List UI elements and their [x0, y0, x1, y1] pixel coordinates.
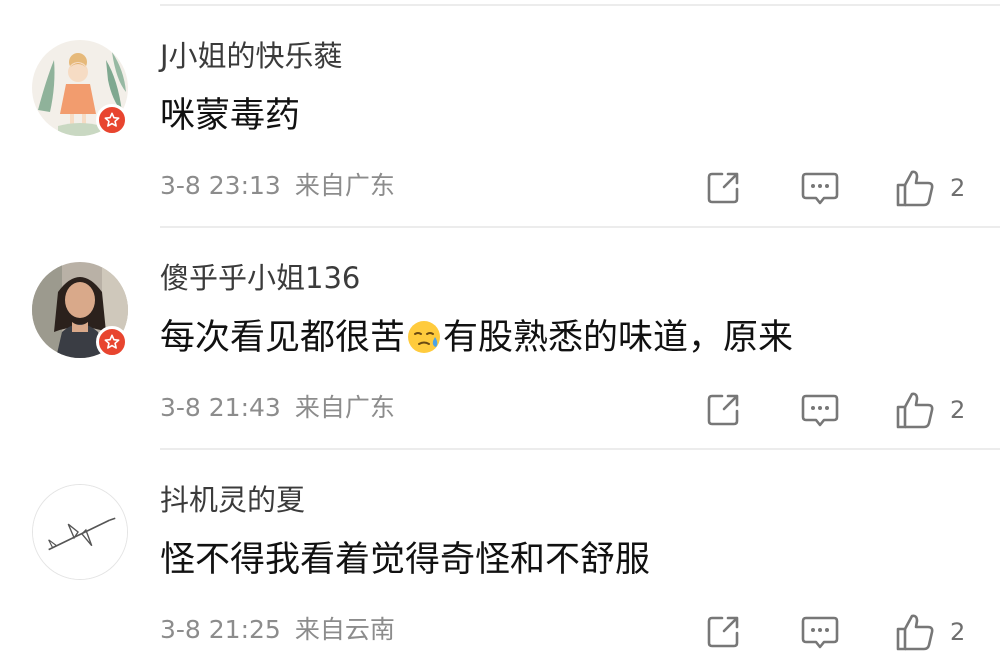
sweat-face-emoji-icon — [408, 321, 441, 353]
comment-meta: 3-8 23:13 来自广东 — [160, 170, 395, 202]
like-count: 2 — [950, 396, 966, 424]
share-button[interactable] — [704, 390, 742, 430]
comment-text: 怪不得我看着觉得奇怪和不舒服 — [160, 538, 650, 582]
username[interactable]: 抖机灵的夏 — [160, 482, 305, 518]
comment-location: 来自广东 — [294, 393, 395, 422]
comment-text-part: 咪蒙毒药 — [160, 96, 301, 136]
thumbs-up-icon — [896, 170, 934, 207]
like-button[interactable]: 2 — [894, 168, 965, 208]
username[interactable]: 傻乎乎小姐136 — [160, 260, 360, 296]
comment-icon — [801, 394, 839, 427]
avatar[interactable] — [32, 484, 128, 580]
avatar[interactable] — [32, 40, 128, 136]
comment-location: 来自广东 — [294, 171, 395, 200]
comment-location: 来自云南 — [294, 615, 395, 644]
share-icon — [707, 172, 739, 204]
thumbs-up-icon — [896, 392, 934, 429]
comment-time: 3-8 21:25 — [160, 615, 281, 644]
comment-text-part: 怪不得我看着觉得奇怪和不舒服 — [160, 540, 651, 580]
reply-button[interactable] — [800, 168, 840, 208]
like-count: 2 — [950, 174, 966, 202]
comment-text: 咪蒙毒药 — [160, 94, 300, 138]
comment-meta: 3-8 21:43 来自广东 — [160, 392, 395, 424]
share-icon — [707, 616, 739, 648]
comment-meta: 3-8 21:25 来自云南 — [160, 614, 395, 646]
comment-icon — [801, 172, 839, 205]
comment-item: J小姐的快乐蕤 咪蒙毒药 3-8 23:13 来自广东 2 — [0, 6, 1000, 228]
comment-text-part: 有股熟悉的味道，原来 — [443, 318, 794, 358]
share-button[interactable] — [704, 168, 742, 208]
avatar[interactable] — [32, 262, 128, 358]
share-icon — [707, 394, 739, 426]
reply-button[interactable] — [800, 390, 840, 430]
comment-icon — [801, 616, 839, 649]
reply-button[interactable] — [800, 612, 840, 652]
comment-item: 傻乎乎小姐136 每次看见都很苦 有股熟悉的味道，原来 3-8 21:43 来自广… — [0, 228, 1000, 450]
username[interactable]: J小姐的快乐蕤 — [160, 38, 343, 74]
like-button[interactable]: 2 — [894, 390, 965, 430]
comment-text-part: 每次看见都很苦 — [160, 318, 406, 358]
like-count: 2 — [950, 618, 966, 646]
comment-item: 抖机灵的夏 怪不得我看着觉得奇怪和不舒服 3-8 21:25 来自云南 2 — [0, 450, 1000, 672]
comment-time: 3-8 23:13 — [160, 171, 281, 200]
comment-time: 3-8 21:43 — [160, 393, 281, 422]
airplane-sketch-avatar-image — [32, 484, 128, 580]
thumbs-up-icon — [896, 614, 934, 651]
share-button[interactable] — [704, 612, 742, 652]
vip-badge-icon — [96, 326, 128, 358]
vip-badge-icon — [96, 104, 128, 136]
like-button[interactable]: 2 — [894, 612, 965, 652]
comment-text: 每次看见都很苦 有股熟悉的味道，原来 — [160, 316, 793, 360]
